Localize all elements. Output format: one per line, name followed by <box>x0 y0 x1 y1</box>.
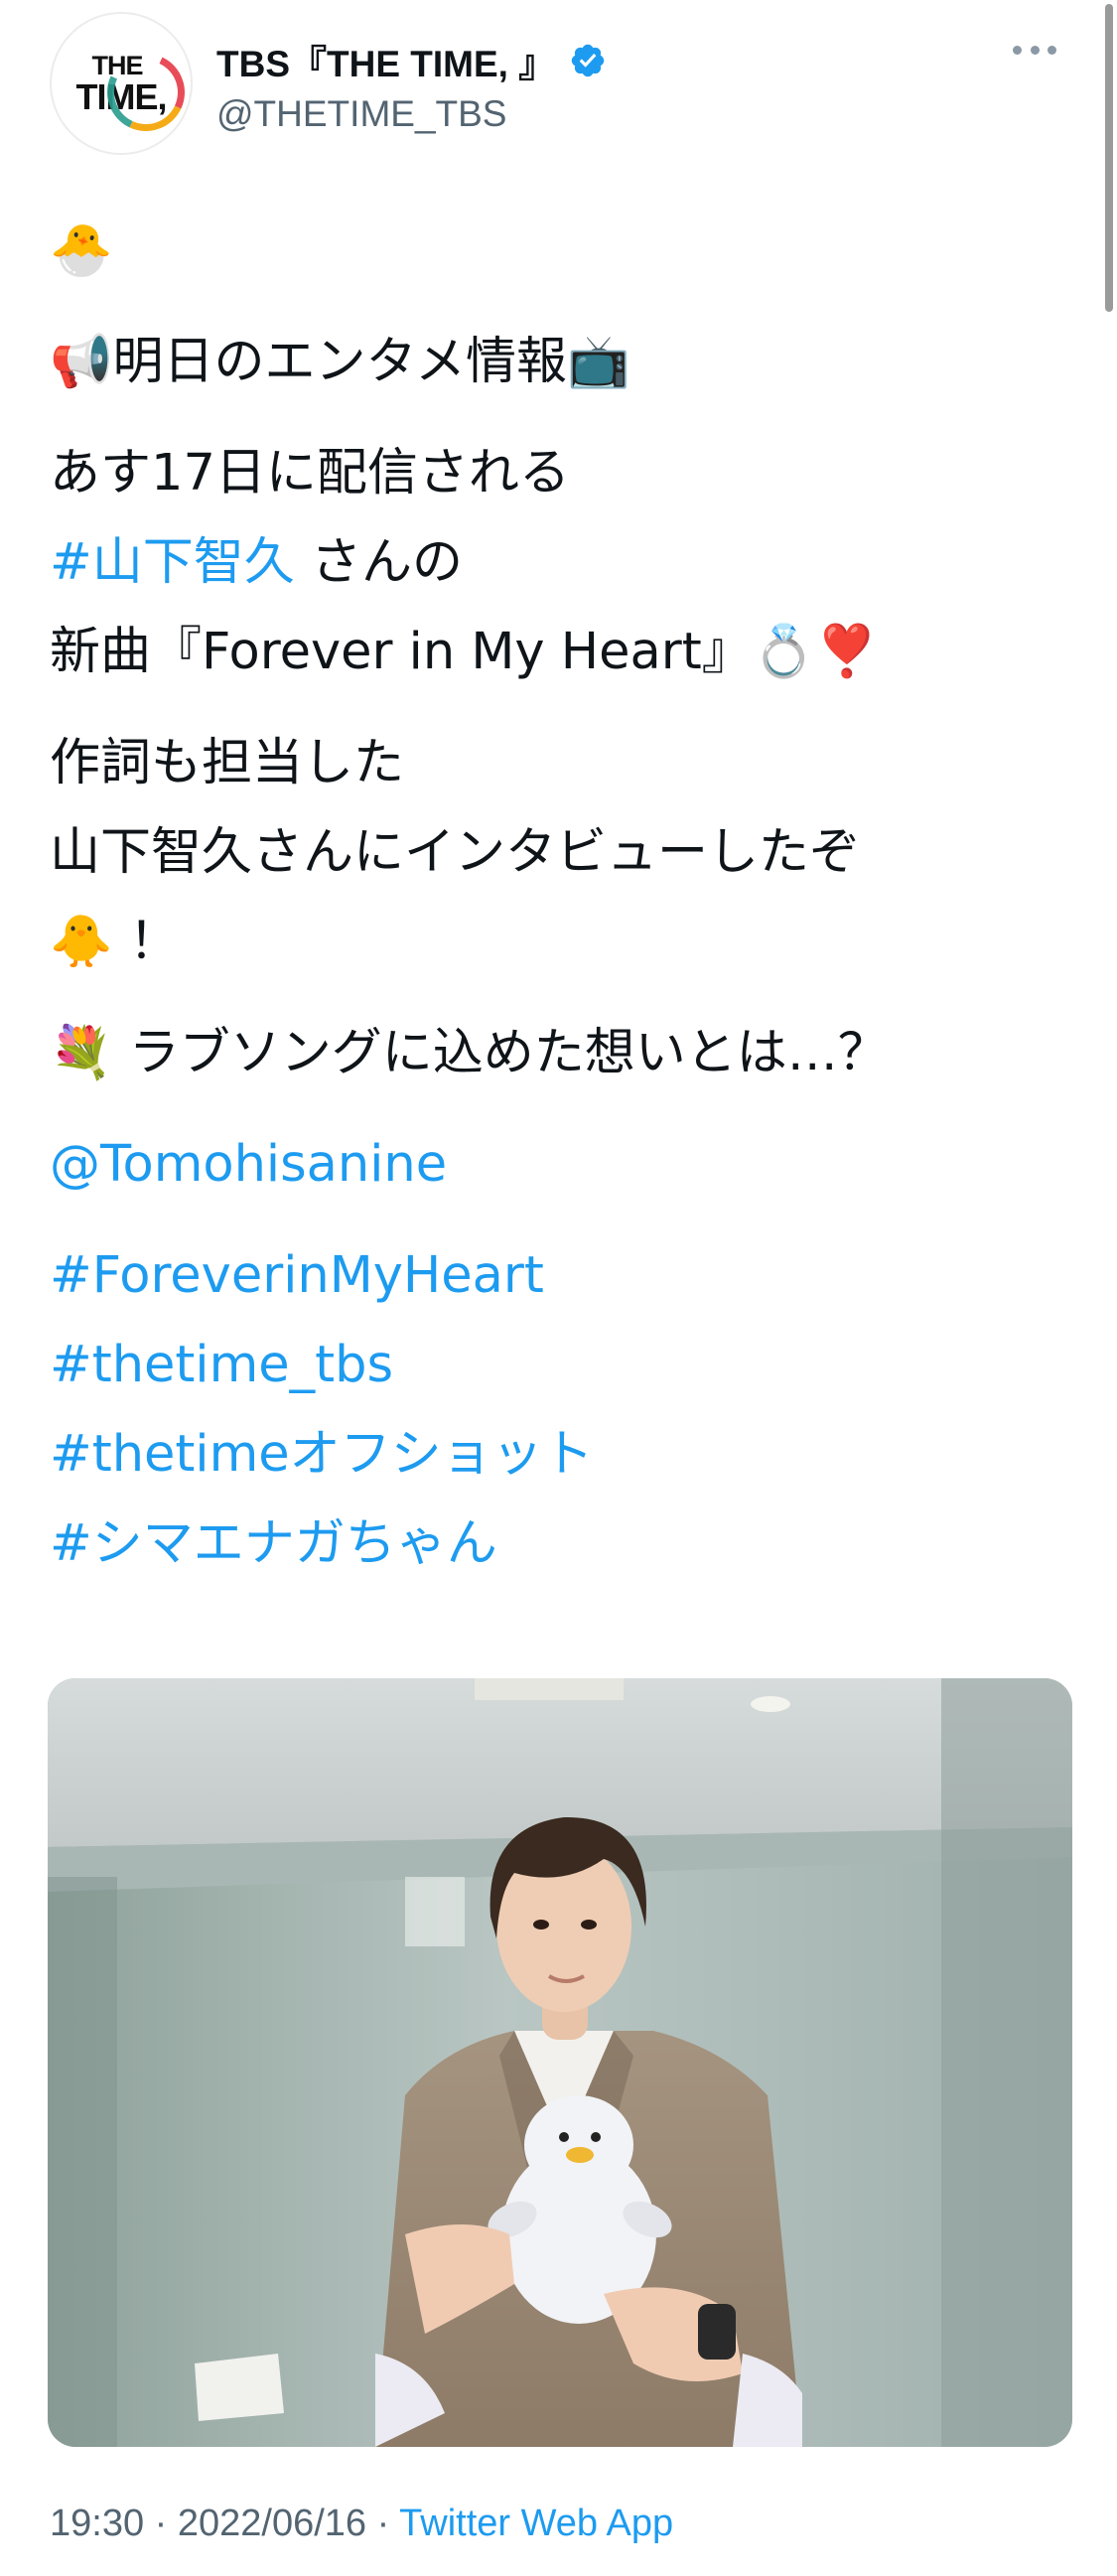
display-name[interactable]: TBS『THE TIME, 』 <box>216 34 555 87</box>
tweet-line: 💐 ラブソングに込めた想いとは…？ <box>50 1024 889 1082</box>
tweet-line: あす17日に配信される <box>50 444 570 502</box>
tweet-photo[interactable] <box>48 1678 1072 2447</box>
source-app-link[interactable]: Twitter Web App <box>399 2503 673 2544</box>
tweet-date[interactable]: 2022/06/16 <box>178 2503 366 2544</box>
hashtag-link[interactable]: #thetime_tbs <box>50 1321 1052 1410</box>
tweet-line: 新曲『Forever in My Heart』💍❣️ <box>50 623 879 681</box>
scrollbar[interactable] <box>1105 4 1113 312</box>
tweet-text-fragment: さんの <box>294 533 463 592</box>
more-dots-icon[interactable] <box>1013 42 1056 58</box>
hashtag-link[interactable]: #thetimeオフショット <box>50 1410 1052 1500</box>
meta-separator: · <box>366 2503 400 2544</box>
hashtag-link[interactable]: #シマエナガちゃん <box>50 1500 1052 1589</box>
name-row: TBS『THE TIME, 』 <box>216 34 607 87</box>
tweet-line: 📢明日のエンタメ情報📺 <box>50 333 630 391</box>
verified-badge-icon <box>572 44 605 77</box>
tweet-line: #山下智久 さんの <box>50 518 1052 608</box>
hashtag-link[interactable]: #山下智久 <box>50 533 295 592</box>
hashtag-link[interactable]: #ForeverinMyHeart <box>50 1231 1052 1321</box>
photo-illustration <box>48 1678 1072 2447</box>
tweet-line: 山下智久さんにインタビューしたぞ <box>50 823 861 882</box>
tweet-line: 🐥 ！ <box>50 913 180 971</box>
tweet-line: 🐣 <box>50 221 113 280</box>
tweet-text: 🐣 📢明日のエンタメ情報📺 あす17日に配信される #山下智久 さんの 新曲『F… <box>50 207 1052 1589</box>
tweet-header: THE TIME, TBS『THE TIME, 』 @THETIME_TBS <box>50 12 1062 161</box>
meta-separator: · <box>144 2503 178 2544</box>
handle[interactable]: @THETIME_TBS <box>216 93 506 135</box>
mention-link[interactable]: @Tomohisanine <box>50 1120 1052 1210</box>
avatar[interactable]: THE TIME, <box>50 12 196 155</box>
tweet-meta: 19:30 · 2022/06/16 · Twitter Web App <box>50 2503 673 2545</box>
tweet-line: 作詞も担当した <box>50 734 405 792</box>
tweet-time[interactable]: 19:30 <box>50 2503 144 2544</box>
